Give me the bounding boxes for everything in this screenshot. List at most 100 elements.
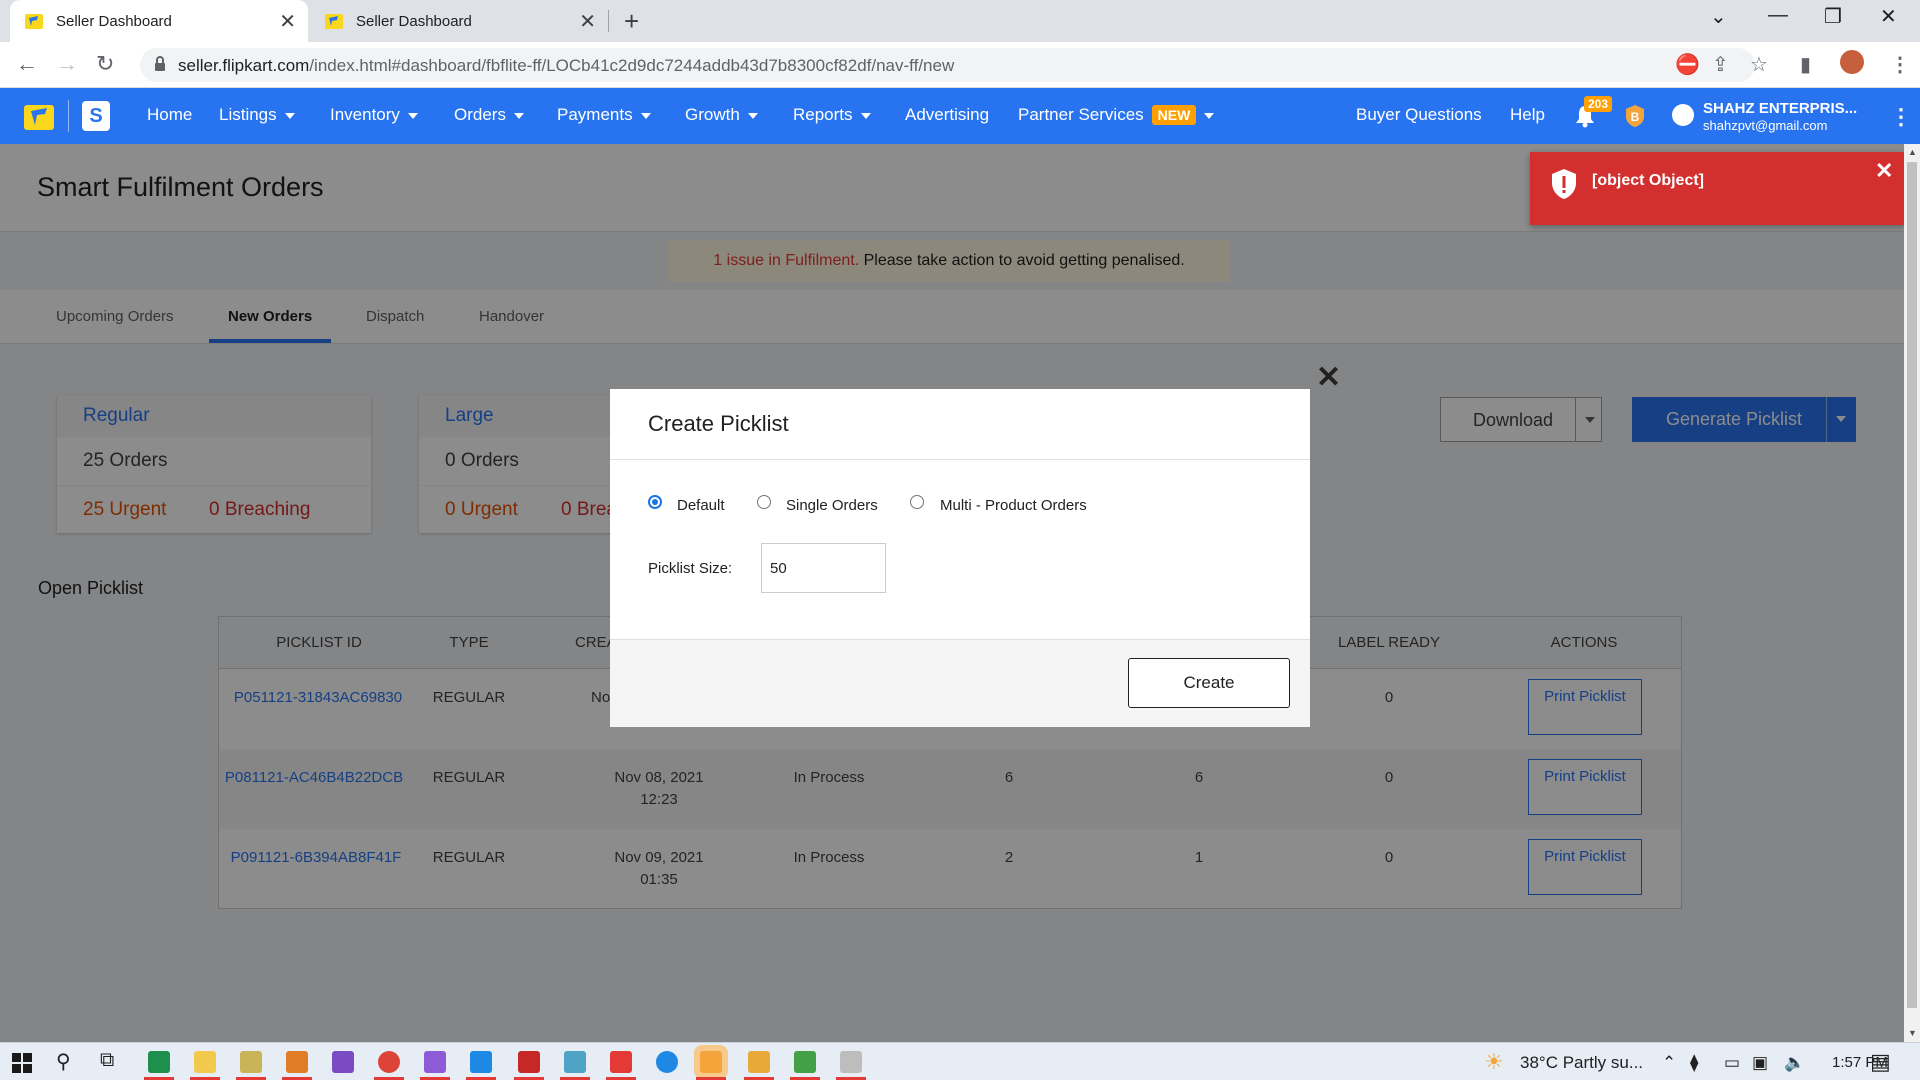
- chevron-down-icon: [513, 112, 524, 119]
- forward-icon[interactable]: →: [56, 51, 78, 77]
- restore-icon[interactable]: ❐: [1824, 4, 1842, 29]
- radio-multi-product-orders-label[interactable]: Multi - Product Orders: [940, 497, 1087, 514]
- user-name[interactable]: SHAHZ ENTERPRIS...: [1703, 100, 1857, 117]
- browser-tab[interactable]: Seller Dashboard ✕: [310, 0, 608, 42]
- radio-default-label[interactable]: Default: [677, 497, 725, 514]
- nav-buyer-questions[interactable]: Buyer Questions: [1356, 105, 1482, 125]
- task-view-icon[interactable]: ⧉: [100, 1049, 114, 1072]
- radio-default[interactable]: [648, 495, 662, 509]
- chevron-down-icon: [747, 112, 758, 119]
- address-bar-row: ← → ↻ seller.flipkart.com/index.html#das…: [0, 42, 1920, 88]
- bookmark-star-icon[interactable]: ☆: [1750, 52, 1768, 77]
- tab-close-icon[interactable]: ✕: [579, 9, 596, 34]
- visual-studio-icon[interactable]: [424, 1051, 446, 1073]
- windows-taskbar: ⚲ ⧉ ☀ 38°C Partly su... ⌃ ⧫ ▭ ▣ 🔈 1:57 P…: [0, 1042, 1920, 1080]
- nav-home[interactable]: Home: [147, 105, 192, 125]
- toast-message: [object Object]: [1592, 172, 1705, 189]
- browser-icon[interactable]: [656, 1051, 678, 1073]
- weather-icon[interactable]: ☀: [1484, 1049, 1504, 1075]
- browser-menu-icon[interactable]: ⋮: [1890, 52, 1910, 77]
- shopsy-logo-icon[interactable]: S: [82, 101, 110, 131]
- chevron-up-icon[interactable]: ⌃: [1662, 1053, 1676, 1073]
- nav-payments[interactable]: Payments: [557, 105, 651, 125]
- vscode-icon[interactable]: [470, 1051, 492, 1073]
- user-account-icon[interactable]: [1672, 104, 1694, 126]
- url-input[interactable]: seller.flipkart.com/index.html#dashboard…: [140, 48, 1755, 82]
- nav-help[interactable]: Help: [1510, 105, 1545, 125]
- page-scrollbar[interactable]: ▲ ▼: [1904, 144, 1920, 1042]
- scroll-up-icon[interactable]: ▲: [1908, 147, 1917, 157]
- profile-avatar[interactable]: [1840, 50, 1864, 74]
- scroll-down-icon[interactable]: ▼: [1908, 1028, 1917, 1038]
- create-button[interactable]: Create: [1128, 658, 1290, 708]
- app-icon[interactable]: [794, 1051, 816, 1073]
- badge-icon[interactable]: B: [1624, 104, 1646, 128]
- chevron-down-icon: [407, 112, 418, 119]
- nav-growth[interactable]: Growth: [685, 105, 758, 125]
- radio-single-orders-label[interactable]: Single Orders: [786, 497, 878, 514]
- visual-studio-icon[interactable]: [332, 1051, 354, 1073]
- nav-partner-services[interactable]: Partner Services NEW: [1018, 105, 1215, 125]
- browser-tab-active[interactable]: Seller Dashboard ✕: [10, 0, 308, 42]
- chevron-down-icon: [284, 112, 295, 119]
- side-panel-icon[interactable]: ▮: [1800, 52, 1811, 77]
- create-picklist-modal: Create Picklist Default Single Orders Mu…: [610, 389, 1310, 727]
- url-path: /index.html#dashboard/fbflite-ff/LOCb41c…: [309, 56, 955, 75]
- notifications-icon[interactable]: ▤: [1870, 1049, 1891, 1075]
- minimize-icon[interactable]: —: [1768, 4, 1788, 27]
- radio-multi-product-orders[interactable]: [910, 495, 924, 509]
- user-email: shahzpvt@gmail.com: [1703, 118, 1828, 133]
- share-icon[interactable]: ⇪: [1712, 52, 1729, 77]
- weather-text[interactable]: 38°C Partly su...: [1520, 1053, 1643, 1073]
- app-icon[interactable]: [748, 1051, 770, 1073]
- site-info-icon[interactable]: ⛔: [1675, 52, 1700, 77]
- nav-inventory[interactable]: Inventory: [330, 105, 418, 125]
- chrome-icon[interactable]: [378, 1051, 400, 1073]
- dropbox-icon[interactable]: ⧫: [1690, 1053, 1698, 1073]
- modal-close-icon[interactable]: ✕: [1316, 360, 1341, 395]
- flipkart-app-icon[interactable]: [700, 1051, 722, 1073]
- error-toast: [object Object] ✕: [1530, 152, 1905, 225]
- nav-reports[interactable]: Reports: [793, 105, 871, 125]
- app-icon[interactable]: [240, 1051, 262, 1073]
- lock-icon: [155, 56, 165, 71]
- url-host: seller.flipkart.com: [178, 56, 310, 75]
- tab-title: Seller Dashboard: [56, 12, 172, 30]
- search-icon[interactable]: ⚲: [56, 1049, 71, 1074]
- app-icon[interactable]: [564, 1051, 586, 1073]
- tab-title: Seller Dashboard: [356, 12, 472, 30]
- radio-single-orders[interactable]: [757, 495, 771, 509]
- url-text: seller.flipkart.com/index.html#dashboard…: [178, 56, 954, 76]
- picklist-size-input[interactable]: [761, 543, 886, 593]
- volume-icon[interactable]: 🔈: [1784, 1053, 1805, 1073]
- new-badge: NEW: [1151, 105, 1197, 125]
- modal-title: Create Picklist: [648, 411, 789, 436]
- svg-text:B: B: [1631, 110, 1640, 124]
- reload-icon[interactable]: ↻: [96, 51, 114, 77]
- nav-listings[interactable]: Listings: [219, 105, 295, 125]
- file-explorer-icon[interactable]: [194, 1051, 216, 1073]
- tab-close-icon[interactable]: ✕: [279, 9, 296, 34]
- nav-orders[interactable]: Orders: [454, 105, 524, 125]
- nav-advertising[interactable]: Advertising: [905, 105, 989, 125]
- windows-start-icon[interactable]: [12, 1053, 32, 1073]
- seller-header: S Home Listings Inventory Orders Payment…: [0, 88, 1920, 144]
- more-menu-icon[interactable]: ⋮: [1890, 104, 1912, 130]
- app-icon[interactable]: [840, 1051, 862, 1073]
- toast-close-icon[interactable]: ✕: [1875, 158, 1893, 184]
- battery-icon[interactable]: ▭: [1724, 1053, 1740, 1073]
- modal-divider: [610, 459, 1310, 460]
- back-icon[interactable]: ←: [16, 51, 38, 77]
- modal-footer: Create: [610, 639, 1310, 727]
- excel-icon[interactable]: [148, 1051, 170, 1073]
- anydesk-icon[interactable]: [610, 1051, 632, 1073]
- new-tab-icon[interactable]: +: [624, 6, 639, 37]
- flipkart-logo-icon[interactable]: [24, 102, 54, 130]
- window-close-icon[interactable]: ✕: [1880, 4, 1897, 29]
- filezilla-icon[interactable]: [518, 1051, 540, 1073]
- shield-alert-icon: [1552, 169, 1576, 199]
- tab-search-icon[interactable]: ⌄: [1710, 4, 1727, 29]
- scroll-thumb[interactable]: [1907, 162, 1917, 1008]
- network-icon[interactable]: ▣: [1752, 1053, 1768, 1073]
- sublime-icon[interactable]: [286, 1051, 308, 1073]
